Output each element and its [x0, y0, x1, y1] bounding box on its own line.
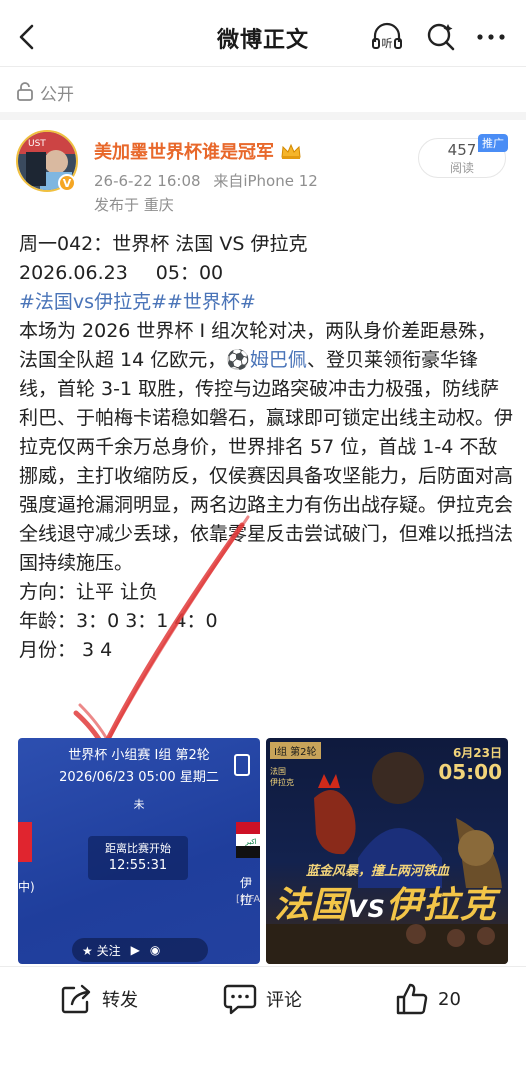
more-icon[interactable] [474, 20, 508, 54]
match-status: 未 [133, 798, 145, 811]
follow-button[interactable]: ★ 关注 [82, 942, 121, 959]
top-bar: 微博正文 听 [0, 0, 526, 76]
repost-label: 转发 [102, 990, 138, 1011]
promo-tag[interactable]: 推广 [478, 134, 508, 152]
match-schedule: 2026/06/23 05:00 星期二 [59, 770, 219, 785]
post-body: 周一042：世界杯 法国 VS 伊拉克 2026.06.23 05：00 #法国v… [19, 230, 515, 665]
month-line: 月份： 3 4 [19, 639, 113, 661]
post-meta: 26-6-22 16:08 来自iPhone 12 [94, 170, 318, 191]
section-separator [0, 112, 526, 120]
poster-vs: VS [348, 895, 386, 923]
poster-team-right: 伊拉克 [385, 885, 497, 926]
svg-text:听: 听 [382, 37, 393, 50]
repost-button[interactable]: 转发 [60, 981, 138, 1017]
match-card-image[interactable]: 世界杯 小组赛 I组 第2轮 2026/06/23 05:00 星期二 未 اك… [18, 738, 260, 964]
left-team-name: 中) [18, 880, 35, 894]
analysis-text-part2: 、登贝莱领衔豪华锋线，首轮 3-1 取胜，传控与边路突破冲击力极强，防线萨利巴、… [19, 349, 514, 574]
follow-label: 关注 [96, 943, 121, 958]
share-icon [61, 984, 91, 1014]
countdown-box: 距离比赛开始 12:55:31 [88, 836, 188, 880]
poster-team-left: 法国 [274, 885, 349, 926]
search-icon[interactable] [424, 20, 458, 54]
match-round: 世界杯 小组赛 I组 第2轮 [68, 748, 210, 763]
verified-badge-icon: V [58, 174, 76, 192]
like-button[interactable]: 20 [394, 981, 461, 1017]
match-date: 2026.06.23 [19, 262, 128, 284]
poster-headline: 法国VS伊拉克 [274, 876, 497, 928]
france-flag-icon [18, 822, 32, 862]
iraq-flag-icon: اكبر [236, 822, 260, 858]
data-icon[interactable]: ◉ [150, 943, 160, 957]
post-location: 发布于 重庆 [94, 196, 174, 214]
age-line: 年龄：3：0 3：1 4：0 [19, 610, 218, 632]
lock-icon [17, 82, 33, 101]
svg-text:اكبر: اكبر [244, 838, 256, 846]
svg-text:UST: UST [28, 139, 46, 149]
direction-line: 方向：让平 让负 [19, 581, 159, 603]
crown-icon [281, 143, 301, 159]
match-action-bar: ★ 关注 ▶ ◉ [72, 938, 208, 962]
promo-poster-image[interactable]: I组 第2轮 6月23日 05:00 法国 伊拉克 蓝金风暴，撞上两河铁血 法国… [266, 738, 508, 964]
listen-icon[interactable]: 听 [370, 20, 404, 54]
right-team-ranking: [FIFA [236, 894, 260, 905]
poster-date: 6月23日 [452, 746, 502, 760]
post-source: 来自iPhone 12 [213, 172, 318, 190]
post-timestamp: 26-6-22 16:08 [94, 172, 201, 190]
play-icon[interactable]: ▶ [131, 943, 140, 957]
comment-button[interactable]: 评论 [222, 981, 302, 1017]
visibility-text: 公开 [40, 84, 74, 105]
author-name[interactable]: 美加墨世界杯谁是冠军 [94, 138, 302, 164]
author-name-text[interactable]: 美加墨世界杯谁是冠军 [94, 138, 274, 164]
poster-time: 05:00 [438, 760, 502, 784]
read-label: 阅读 [449, 161, 474, 175]
like-count: 20 [438, 988, 461, 1010]
action-bar: 转发 评论 20 [0, 966, 526, 1080]
countdown-timer: 12:55:31 [108, 858, 168, 873]
round-tag: I组 第2轮 [270, 742, 321, 759]
thumbs-up-icon [396, 983, 428, 1015]
match-time: 05：00 [155, 262, 224, 284]
countdown-label: 距离比赛开始 [105, 842, 171, 855]
match-line: 周一042：世界杯 法国 VS 伊拉克 [19, 233, 308, 255]
match-datetime: 2026.06.23 05：00 [19, 259, 515, 288]
comment-label: 评论 [266, 990, 302, 1011]
player-mention-link[interactable]: ⚽姆巴佩 [226, 349, 307, 371]
visibility-label: 公开 [16, 78, 74, 106]
analysis-text: 本场为 2026 世界杯 I 组次轮对决，两队身价差距悬殊，法国全队超 14 亿… [19, 317, 515, 578]
comment-icon [223, 984, 257, 1015]
poster-team-list: 法国 伊拉克 [270, 767, 294, 787]
header-divider [0, 66, 526, 67]
hashtag-links[interactable]: #法国vs伊拉克##世界杯# [19, 288, 515, 317]
